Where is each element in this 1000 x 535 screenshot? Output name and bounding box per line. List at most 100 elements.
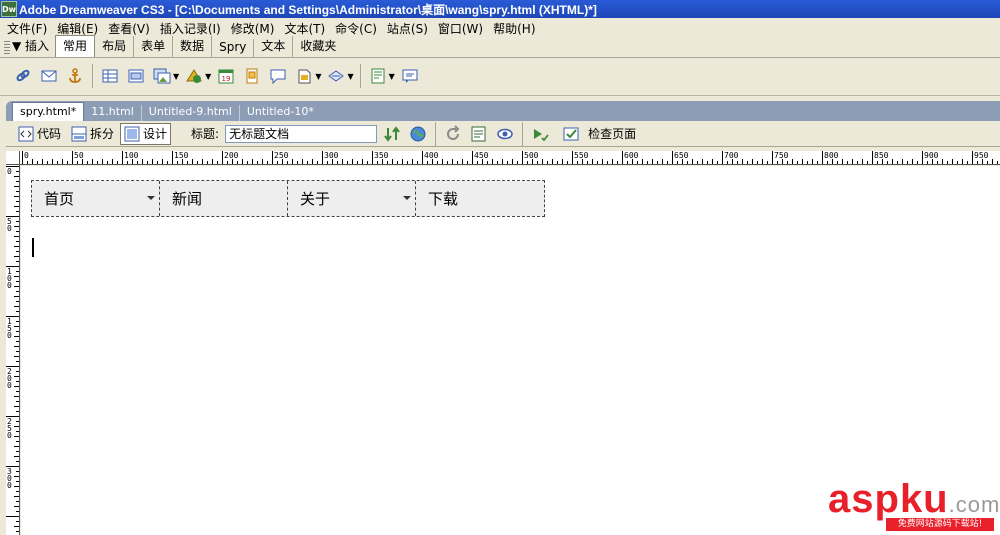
menu-edit[interactable]: 编辑(E): [52, 20, 103, 37]
ruler-tick: [877, 161, 878, 164]
ruler-label: 150: [7, 317, 12, 340]
images-icon[interactable]: [153, 67, 171, 85]
hyperlink-icon[interactable]: [14, 67, 32, 85]
refresh-icon[interactable]: [444, 124, 462, 143]
ruler-tick: [627, 161, 628, 164]
table-icon[interactable]: [101, 67, 119, 85]
ruler-tick: [777, 161, 778, 164]
ruler-tick: [707, 161, 708, 164]
vertical-ruler: 0 50 100 150 200 250 300: [6, 165, 20, 535]
doc-tab-untitled-10[interactable]: Untitled-10*: [240, 105, 321, 121]
doc-tab-untitled-9[interactable]: Untitled-9.html: [142, 105, 240, 121]
tab-layout[interactable]: 布局: [95, 36, 135, 57]
tab-common[interactable]: 常用: [55, 35, 96, 57]
ruler-label: 650: [674, 151, 689, 160]
tab-data[interactable]: 数据: [173, 36, 213, 57]
spry-menu-item-download[interactable]: 下载: [416, 181, 544, 216]
view-options-icon[interactable]: [470, 125, 488, 143]
ruler-tick: [16, 401, 19, 402]
server-include-icon[interactable]: [243, 67, 261, 85]
visual-aids-icon[interactable]: [496, 125, 514, 143]
ruler-tick: [14, 506, 19, 507]
images-dropdown-icon[interactable]: ▼: [173, 72, 179, 81]
media-dropdown-icon[interactable]: ▼: [205, 72, 211, 81]
page-title-input[interactable]: [225, 124, 378, 143]
menu-help[interactable]: 帮助(H): [488, 20, 540, 37]
panel-grip-icon[interactable]: [4, 40, 10, 55]
ruler-tick: [14, 196, 19, 197]
ruler-tick: [662, 159, 663, 164]
ruler-tick: [16, 461, 19, 462]
templates-dropdown-icon[interactable]: ▼: [389, 72, 395, 81]
split-view-button[interactable]: 拆分: [67, 123, 118, 145]
menu-insert[interactable]: 插入记录(I): [155, 20, 226, 37]
menu-file[interactable]: 文件(F): [2, 20, 52, 37]
ruler-tick: [752, 159, 753, 164]
menu-text[interactable]: 文本(T): [279, 20, 330, 37]
ruler-tick: [657, 161, 658, 164]
ruler-tick: [16, 381, 19, 382]
ruler-tick: [767, 161, 768, 164]
validate-markup-icon[interactable]: [531, 125, 549, 143]
ruler-tick: [16, 211, 19, 212]
spry-menu-item-about[interactable]: 关于: [288, 181, 416, 216]
ruler-tick: [16, 511, 19, 512]
ruler-tick: [337, 161, 338, 164]
toolbar-separator: [522, 121, 524, 146]
insert-panel-label[interactable]: ▼ 插入: [12, 37, 55, 57]
tab-text[interactable]: 文本: [254, 36, 294, 57]
ruler-label: 700: [724, 151, 739, 160]
ruler-tick: [14, 246, 19, 247]
ruler-label: 300: [7, 467, 12, 490]
script-dropdown-icon[interactable]: ▼: [347, 72, 353, 81]
ruler-tick: [702, 159, 703, 164]
spry-menu-item-home[interactable]: 首页: [32, 181, 160, 216]
div-icon[interactable]: [127, 67, 145, 85]
tab-spry[interactable]: Spry: [212, 39, 255, 57]
ruler-tick: [16, 421, 19, 422]
doc-tab-11[interactable]: 11.html: [84, 105, 142, 121]
ruler-tick: [16, 451, 19, 452]
menu-modify[interactable]: 修改(M): [226, 20, 280, 37]
named-anchor-icon[interactable]: [66, 67, 84, 85]
ruler-tick: [107, 161, 108, 164]
design-view-button[interactable]: 设计: [120, 122, 172, 145]
tab-forms[interactable]: 表单: [134, 36, 174, 57]
ruler-label: 350: [374, 151, 389, 160]
document-tabs: spry.html* 11.html Untitled-9.html Untit…: [6, 101, 1000, 121]
split-view-icon: [71, 126, 87, 141]
spry-menu-item-news[interactable]: 新闻: [160, 181, 288, 216]
file-management-icon[interactable]: [383, 125, 401, 143]
ruler-tick: [727, 161, 728, 164]
ruler-tick: [252, 159, 253, 164]
email-link-icon[interactable]: [40, 67, 58, 85]
ruler-tick: [22, 151, 23, 164]
menu-commands[interactable]: 命令(C): [330, 20, 382, 37]
ruler-tick: [16, 311, 19, 312]
ruler-tick: [167, 161, 168, 164]
date-icon[interactable]: 19: [217, 67, 235, 85]
ruler-tick: [887, 161, 888, 164]
menu-window[interactable]: 窗口(W): [433, 20, 488, 37]
ruler-tick: [557, 161, 558, 164]
code-view-button[interactable]: 代码: [14, 123, 65, 145]
templates-icon[interactable]: [369, 67, 387, 85]
ruler-tick: [797, 161, 798, 164]
head-icon[interactable]: [295, 67, 313, 85]
head-dropdown-icon[interactable]: ▼: [315, 72, 321, 81]
tab-favorites[interactable]: 收藏夹: [293, 36, 343, 57]
ruler-tick: [312, 159, 313, 164]
menu-site[interactable]: 站点(S): [382, 20, 433, 37]
tag-chooser-icon[interactable]: [401, 67, 419, 85]
ruler-tick: [697, 161, 698, 164]
media-icon[interactable]: [185, 67, 203, 85]
watermark-domain: .com: [948, 492, 1000, 517]
comment-icon[interactable]: [269, 67, 287, 85]
doc-tab-spry[interactable]: spry.html*: [12, 102, 85, 121]
menu-view[interactable]: 查看(V): [103, 20, 155, 37]
spry-menu-bar[interactable]: 首页 新闻 关于 下载: [31, 180, 545, 217]
ruler-tick: [997, 161, 998, 164]
preview-in-browser-icon[interactable]: [409, 125, 427, 143]
check-page-button[interactable]: 检查页面: [559, 125, 636, 143]
script-icon[interactable]: [327, 67, 345, 85]
